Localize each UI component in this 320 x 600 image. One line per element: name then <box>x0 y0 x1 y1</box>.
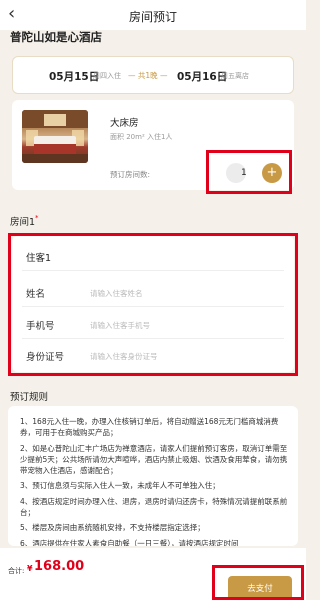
checkout-week: 周五离店 <box>221 72 249 80</box>
divider <box>22 338 284 339</box>
room-count-label: 预订房间数: <box>110 170 151 179</box>
rule-item: 3、预订信息须与实际入住人一致，未成年人不可单独入住； <box>20 481 220 491</box>
checkout-date: 05月16日 <box>177 71 228 83</box>
rule-item: 1、168元入住一晚，办理入住核销订单后，将自动赠送168元无门槛商城消费券，可… <box>20 417 279 438</box>
required-mark: * <box>35 214 39 222</box>
room-section-title: 房间1* <box>10 214 39 228</box>
room-card: 大床房 面积 20m² 入住1人 预订房间数: <box>12 100 294 190</box>
page-title: 房间预订 <box>128 10 177 24</box>
guest-phone-input[interactable] <box>90 317 280 333</box>
guest-id-input[interactable] <box>90 348 280 364</box>
date-card[interactable]: 05月15日 周四入住 — 共1晚 — 05月16日 周五离店 <box>12 56 294 94</box>
divider <box>22 270 284 271</box>
checkin-week: 周四入住 <box>93 72 121 80</box>
checkin-date: 05月15日 <box>49 71 100 83</box>
room-name: 大床房 <box>110 118 139 129</box>
room-count-value: 1 <box>241 168 247 178</box>
rule-item: 2、如是心普陀山汇丰广场店为禅意酒店，请家人们提前预订客房，取消订单需至少提前5… <box>20 443 288 476</box>
rule-item: 4、按酒店规定时间办理入住、退房，退房时请归还房卡，特殊情况请提前联系前台； <box>20 496 288 518</box>
total-price: 168.00 <box>34 559 85 574</box>
phone-label: 手机号 <box>26 321 55 332</box>
guest-form: 住客1 姓名 手机号 身份证号 <box>12 236 294 372</box>
total-label: 合计: <box>8 567 25 575</box>
top-bar: ‹ 房间预订 <box>0 0 306 30</box>
rule-item: 5、楼层及房间由系统随机安排，不支持楼层指定选择； <box>20 523 205 533</box>
guest-name-input[interactable] <box>90 285 280 301</box>
currency-symbol: ¥ <box>27 564 33 573</box>
room-photo-image <box>22 110 88 163</box>
increase-rooms-button[interactable]: + <box>262 163 282 183</box>
rules-list: 1、168元入住一晚，办理入住核销订单后，将自动赠送168元无门槛商城消费券，可… <box>20 416 290 546</box>
rule-item: 6、酒店提供在住家人素食自助餐（一日三餐），请按酒店规定时间 <box>20 538 239 546</box>
rules-title: 预订规则 <box>10 392 49 403</box>
name-label: 姓名 <box>26 289 46 300</box>
id-number-label: 身份证号 <box>26 352 65 363</box>
room-photo <box>22 110 88 163</box>
nights-count: — 共1晚 — <box>128 71 168 80</box>
guest-title: 住客1 <box>26 253 52 264</box>
hotel-name: 普陀山如是心酒店 <box>10 30 102 44</box>
room-info: 面积 20m² 入住1人 <box>110 133 173 141</box>
rules-card: 1、168元入住一晚，办理入住核销订单后，将自动赠送168元无门槛商城消费券，可… <box>8 406 298 546</box>
pay-button[interactable]: 去支付 <box>228 576 292 600</box>
divider <box>22 306 284 307</box>
